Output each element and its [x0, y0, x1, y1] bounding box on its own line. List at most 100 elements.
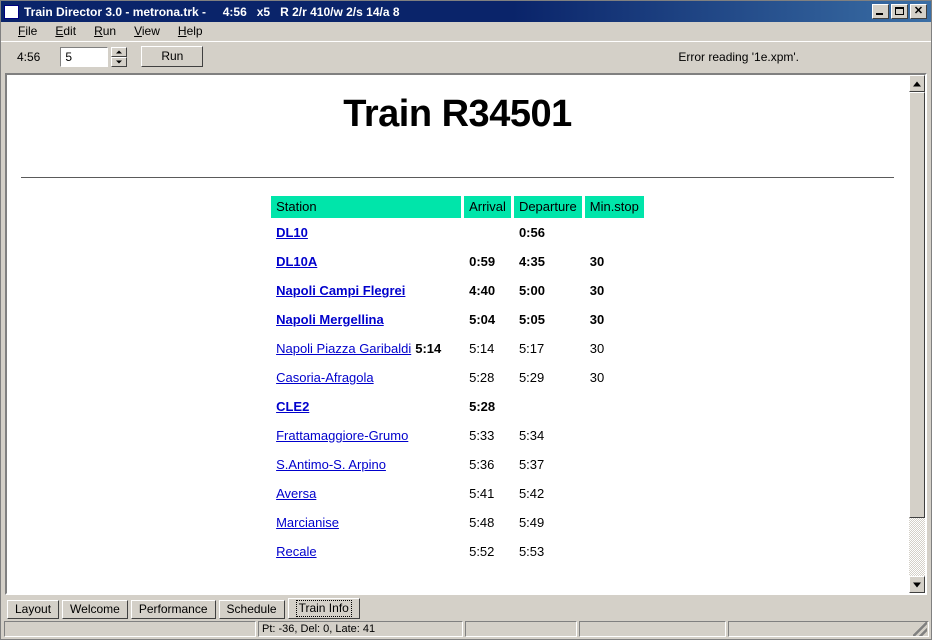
cell-min-stop	[585, 421, 644, 450]
station-link[interactable]: Frattamaggiore-Grumo	[276, 428, 408, 443]
cell-station: Napoli Mergellina	[271, 305, 461, 334]
status-panel-5	[728, 621, 929, 637]
scroll-up-button[interactable]	[909, 75, 925, 92]
scrollbar-track[interactable]	[909, 92, 925, 576]
tab-performance[interactable]: Performance	[130, 600, 216, 619]
tab-label: Schedule	[226, 602, 277, 616]
cell-station: Casoria-Afragola	[271, 363, 461, 392]
cell-station: Marcianise	[271, 508, 461, 537]
column-header-departure: Departure	[513, 196, 582, 218]
minimize-button[interactable]	[872, 4, 889, 19]
cell-arrival	[464, 218, 511, 247]
cell-station: DL10A	[271, 247, 461, 276]
tab-layout[interactable]: Layout	[7, 600, 60, 619]
station-link[interactable]: Aversa	[276, 486, 316, 501]
station-link[interactable]: Casoria-Afragola	[276, 370, 374, 385]
cell-arrival: 5:36	[469, 457, 495, 472]
table-row: Napoli Piazza Garibaldi 5:14 5:14 5:17 30	[271, 334, 644, 363]
table-row: DL10A 0:59 4:35 30	[271, 247, 644, 276]
tab-welcome[interactable]: Welcome	[62, 600, 128, 619]
menu-item-file[interactable]: File	[9, 23, 46, 39]
toolbar: 4:56 5 Run Error reading '1e.xpm'.	[1, 41, 931, 71]
toolbar-error-message: Error reading '1e.xpm'.	[678, 49, 799, 64]
cell-departure: 0:56	[518, 225, 545, 240]
cell-arrival: 5:14	[469, 341, 495, 356]
cell-station: S.Antimo-S. Arpino	[271, 450, 461, 479]
table-row: Frattamaggiore-Grumo 5:33 5:34	[271, 421, 644, 450]
station-link[interactable]: CLE2	[276, 399, 309, 414]
app-icon	[4, 4, 19, 19]
station-link[interactable]: Recale	[276, 544, 316, 559]
title-bar: Train Director 3.0 - metrona.trk - 4:56 …	[1, 1, 931, 22]
simulation-clock: 4:56	[17, 49, 41, 64]
speed-decrement-button[interactable]	[111, 56, 128, 67]
cell-arrival: 4:40	[469, 283, 496, 298]
minimize-icon	[876, 13, 883, 15]
station-inline-time: 5:14	[415, 341, 442, 356]
table-row: Marcianise 5:48 5:49	[271, 508, 644, 537]
cell-min-stop	[585, 479, 644, 508]
application-window: Train Director 3.0 - metrona.trk - 4:56 …	[0, 0, 932, 640]
speed-increment-button[interactable]	[111, 46, 128, 57]
station-link[interactable]: DL10A	[276, 254, 317, 269]
cell-min-stop	[585, 218, 644, 247]
cell-min-stop: 30	[589, 283, 605, 298]
schedule-table-head: Station Arrival Departure Min.stop	[271, 196, 644, 218]
menu-item-edit[interactable]: Edit	[46, 23, 85, 39]
station-link[interactable]: Napoli Piazza Garibaldi	[276, 341, 411, 356]
cell-min-stop: 30	[589, 341, 605, 356]
run-button[interactable]: Run	[141, 46, 204, 67]
tab-strip: Layout Welcome Performance Schedule Train In…	[1, 597, 931, 619]
schedule-table-wrapper: Station Arrival Departure Min.stop DL10 0…	[7, 196, 908, 566]
scroll-down-button[interactable]	[909, 576, 925, 593]
tab-schedule[interactable]: Schedule	[218, 600, 285, 619]
scroll-up-icon	[913, 81, 921, 86]
menu-bar: File Edit Run View Help	[1, 22, 931, 41]
column-header-min-stop: Min.stop	[584, 196, 644, 218]
cell-station: Aversa	[271, 479, 461, 508]
station-link[interactable]: Marcianise	[276, 515, 339, 530]
train-info-document: Train R34501 Station Arrival Departure M…	[7, 75, 908, 593]
tab-train-info[interactable]: Train Info	[287, 598, 360, 619]
cell-arrival: 5:28	[469, 370, 495, 385]
speed-input[interactable]: 5	[60, 46, 109, 67]
horizontal-rule	[21, 177, 894, 178]
cell-departure: 5:29	[518, 370, 545, 385]
station-link[interactable]: DL10	[276, 225, 308, 240]
cell-station: Napoli Piazza Garibaldi 5:14	[271, 334, 461, 363]
cell-arrival: 5:28	[469, 399, 496, 414]
menu-help-mnemonic: H	[177, 24, 187, 38]
maximize-button[interactable]	[891, 4, 908, 19]
cell-departure: 5:00	[518, 283, 545, 298]
close-button[interactable]: ✕	[910, 4, 927, 19]
cell-min-stop	[585, 508, 644, 537]
table-row: CLE2 5:28	[271, 392, 644, 421]
table-row: DL10 0:56	[271, 218, 644, 247]
cell-station: DL10	[271, 218, 461, 247]
scrollbar-thumb[interactable]	[909, 92, 925, 518]
speed-stepper[interactable]: 5	[60, 46, 128, 67]
chevron-down-icon	[116, 60, 123, 63]
vertical-scrollbar[interactable]	[908, 75, 925, 593]
menu-item-view[interactable]: View	[125, 23, 169, 39]
cell-departure: 4:35	[518, 254, 545, 269]
tab-label: Performance	[138, 602, 208, 616]
window-title: Train Director 3.0 - metrona.trk - 4:56 …	[24, 4, 400, 19]
schedule-table-body: DL10 0:56 DL10A 0:59 4:35 30 Napoli Campi Fleg…	[271, 218, 644, 566]
close-icon: ✕	[913, 5, 924, 17]
cell-departure: 5:05	[518, 312, 545, 327]
cell-min-stop	[585, 450, 644, 479]
station-link[interactable]: S.Antimo-S. Arpino	[276, 457, 386, 472]
tab-label: Layout	[15, 602, 52, 616]
station-link[interactable]: Napoli Campi Flegrei	[276, 283, 405, 298]
station-link[interactable]: Napoli Mergellina	[276, 312, 384, 327]
tab-label: Train Info	[295, 600, 352, 617]
cell-min-stop	[585, 537, 644, 566]
menu-item-run[interactable]: Run	[85, 23, 125, 39]
menu-item-help[interactable]: Help	[169, 23, 212, 39]
menu-run-mnemonic: R	[94, 24, 103, 38]
resize-grip-icon[interactable]	[913, 622, 927, 636]
table-row: Aversa 5:41 5:42	[271, 479, 644, 508]
cell-departure: 5:34	[518, 428, 545, 443]
cell-arrival: 5:33	[469, 428, 495, 443]
